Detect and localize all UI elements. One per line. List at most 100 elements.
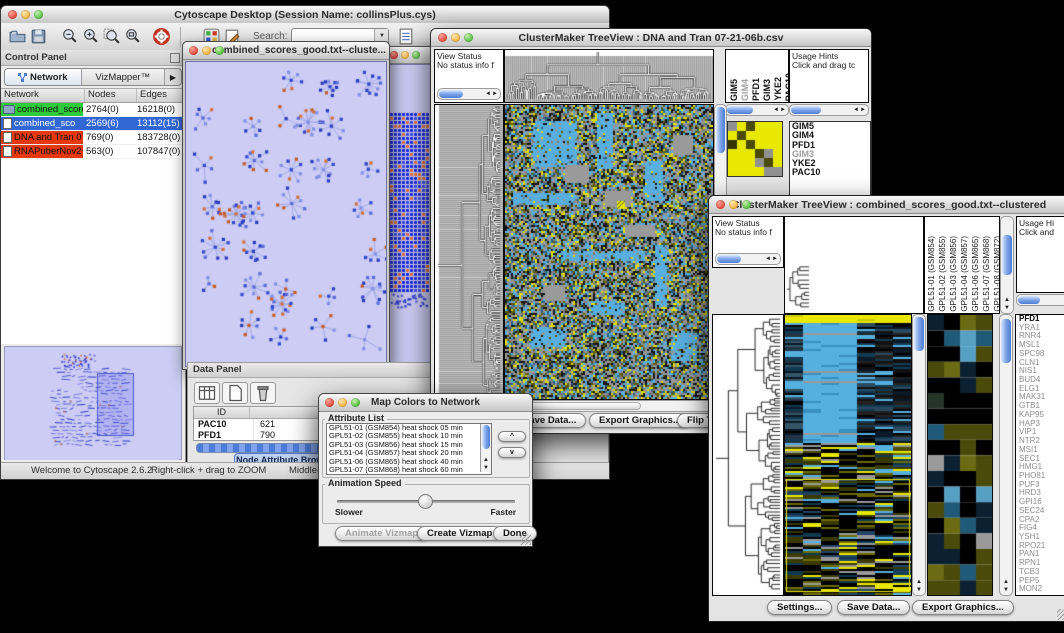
network-list-item[interactable]: RNAPuberNov2+563(0)107847(0)	[1, 145, 185, 159]
help-lifesaver-icon[interactable]	[152, 27, 171, 46]
gene-label[interactable]: PAC10	[792, 168, 870, 177]
zoom-window-icon[interactable]	[742, 200, 751, 209]
zoomed-heatmap-canvas[interactable]	[927, 314, 993, 596]
scroll-right-icon[interactable]: ►	[772, 256, 778, 262]
resize-grip[interactable]	[1057, 609, 1064, 620]
zoomed-heatmap-canvas[interactable]	[727, 121, 783, 177]
minimize-icon[interactable]	[729, 200, 738, 209]
scroll-down-icon[interactable]: ▼	[1003, 587, 1009, 593]
column-dendrogram-canvas[interactable]	[784, 216, 924, 314]
tab-overflow-arrow-icon[interactable]: ▶	[164, 69, 181, 85]
delete-attribute-icon[interactable]	[250, 382, 276, 404]
view-status-scrollbar[interactable]: ◄ ►	[715, 253, 781, 265]
column-header-edges[interactable]: Edges	[137, 89, 185, 102]
column-header-nodes[interactable]: Nodes	[85, 89, 137, 102]
move-up-button[interactable]: ^	[498, 431, 526, 442]
save-data-button[interactable]: Save Data...	[837, 600, 910, 615]
zoom-window-icon[interactable]	[351, 398, 360, 407]
network-nodes-cell: 563(0)	[83, 146, 134, 157]
minimize-icon[interactable]	[451, 33, 460, 42]
column-header-id[interactable]: ID	[194, 407, 250, 418]
row-dendrogram-canvas[interactable]	[712, 314, 784, 596]
network1-titlebar[interactable]: combined_scores_good.txt--cluste...	[183, 42, 389, 60]
scroll-left-icon[interactable]: ◄	[765, 256, 771, 262]
save-session-icon[interactable]	[29, 27, 48, 46]
network-list-item[interactable]: DNA and Tran 07769(0)183728(0)	[1, 131, 185, 145]
treeview2-titlebar[interactable]: ClusterMaker TreeView : combined_scores_…	[709, 196, 1064, 214]
scroll-left-icon[interactable]: ◄	[853, 107, 859, 113]
usage-hints-scrollbar[interactable]	[1016, 294, 1064, 306]
zoom-selected-icon[interactable]	[102, 27, 121, 46]
zoom-in-icon[interactable]	[81, 27, 100, 46]
close-icon[interactable]	[390, 51, 398, 59]
create-vizmap-button[interactable]: Create Vizmap	[417, 526, 502, 541]
zoom-window-icon[interactable]	[412, 51, 420, 59]
view-status-scrollbar[interactable]: ◄ ►	[437, 88, 501, 100]
network-overview-canvas[interactable]	[5, 347, 179, 460]
column-labels-vscrollbar[interactable]: ▲ ▼	[1000, 216, 1014, 314]
gene-label[interactable]: MON2	[1019, 585, 1064, 594]
column-labels-scrollbar[interactable]: ◄ ►	[725, 104, 789, 116]
scroll-up-icon[interactable]: ▲	[483, 457, 489, 463]
zoom-window-icon[interactable]	[215, 46, 224, 55]
zoom-window-icon[interactable]	[464, 33, 473, 42]
tab-vizmapper[interactable]: VizMapper™	[82, 69, 164, 85]
scroll-up-icon[interactable]: ▲	[1003, 579, 1009, 585]
scroll-right-icon[interactable]: ►	[860, 107, 866, 113]
float-panel-icon[interactable]	[170, 53, 180, 63]
tab-network[interactable]: Network	[5, 69, 82, 85]
export-graphics-button[interactable]: Export Graphics...	[912, 600, 1014, 615]
export-graphics-button[interactable]: Export Graphics...	[589, 413, 691, 428]
heatmap-canvas[interactable]	[504, 104, 714, 400]
network-nodes-cell: 769(0)	[83, 132, 134, 143]
heatmap-canvas[interactable]	[784, 314, 912, 596]
animate-vizmap-button[interactable]: Animate Vizmap	[335, 526, 428, 541]
column-header-network[interactable]: Network	[1, 89, 85, 102]
row-dendrogram-canvas[interactable]	[434, 104, 504, 400]
scroll-down-icon[interactable]: ▼	[1004, 305, 1010, 311]
slider-thumb[interactable]	[418, 494, 433, 509]
network-table: Network Nodes Edges combined_scores2764(…	[1, 88, 185, 344]
dialog-titlebar[interactable]: Map Colors to Network	[319, 394, 532, 412]
close-icon[interactable]	[189, 46, 198, 55]
scroll-down-icon[interactable]: ▼	[483, 465, 489, 471]
usage-hints-scrollbar[interactable]: ◄ ►	[789, 104, 869, 116]
zoom-fit-icon[interactable]	[123, 27, 142, 46]
open-network-icon[interactable]	[8, 27, 27, 46]
scroll-up-icon[interactable]: ▲	[916, 579, 922, 585]
minimize-icon[interactable]	[401, 51, 409, 59]
document-icon	[3, 132, 12, 143]
attribute-list-item[interactable]: GPL51-07 (GSM868) heat shock 60 min	[329, 466, 491, 474]
heatmap-hscrollbar[interactable]	[504, 400, 714, 412]
scroll-right-icon[interactable]: ►	[492, 91, 498, 97]
attribute-list-vscrollbar[interactable]: ▲ ▼	[480, 424, 491, 472]
treeview1-titlebar[interactable]: ClusterMaker TreeView : DNA and Tran 07-…	[431, 29, 871, 47]
heatmap-vscrollbar[interactable]: ▲ ▼	[912, 314, 926, 596]
attribute-browser-icon[interactable]	[397, 27, 416, 46]
settings-button[interactable]: Settings...	[767, 600, 832, 615]
zoomed-heatmap-vscrollbar[interactable]: ▲ ▼	[999, 314, 1013, 596]
minimize-icon[interactable]	[202, 46, 211, 55]
network-list-item[interactable]: combined_scores2764(0)16218(0)	[1, 103, 185, 117]
network1-canvas[interactable]	[185, 61, 387, 367]
network-list-item[interactable]: combined_sco2569(6)13112(15)	[1, 117, 185, 131]
scroll-up-icon[interactable]: ▲	[1004, 297, 1010, 303]
close-icon[interactable]	[438, 33, 447, 42]
new-attribute-icon[interactable]	[222, 382, 248, 404]
select-attributes-icon[interactable]	[194, 382, 220, 404]
scroll-right-icon[interactable]: ►	[780, 107, 786, 113]
zoom-window-icon[interactable]	[34, 10, 43, 19]
column-dendrogram-canvas[interactable]	[504, 49, 714, 103]
scroll-left-icon[interactable]: ◄	[485, 91, 491, 97]
scroll-down-icon[interactable]: ▼	[916, 587, 922, 593]
minimize-icon[interactable]	[21, 10, 30, 19]
move-down-button[interactable]: v	[498, 447, 526, 458]
close-icon[interactable]	[325, 398, 334, 407]
scroll-left-icon[interactable]: ◄	[773, 107, 779, 113]
close-icon[interactable]	[8, 10, 17, 19]
minimize-icon[interactable]	[338, 398, 347, 407]
close-icon[interactable]	[716, 200, 725, 209]
main-titlebar[interactable]: Cytoscape Desktop (Session Name: collins…	[1, 6, 609, 24]
zoom-out-icon[interactable]	[60, 27, 79, 46]
resize-grip[interactable]	[520, 534, 531, 545]
